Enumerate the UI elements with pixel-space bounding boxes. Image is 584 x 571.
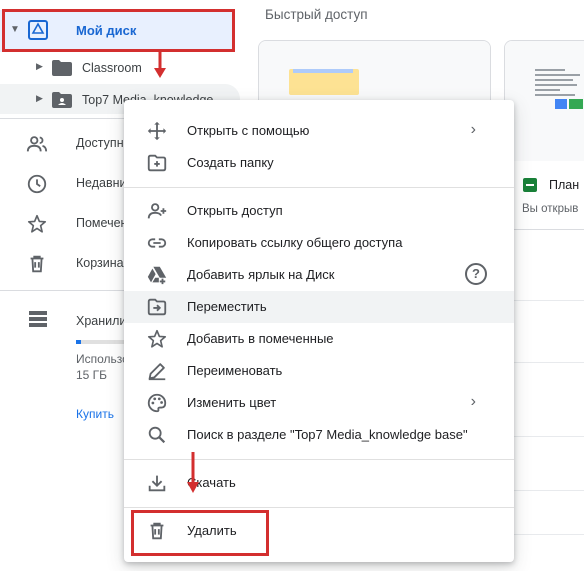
trash-icon [30,255,44,273]
menu-item-label: Добавить в помеченные [187,331,334,346]
star-icon [27,214,47,233]
sidebar-item-label: Доступные [76,136,126,150]
link-icon [147,238,167,248]
menu-item-label: Переименовать [187,363,283,378]
menu-item-label: Поиск в разделе "Top7 Media_knowledge ba… [187,427,468,442]
menu-item-add-starred[interactable]: Добавить в помеченные [124,323,514,355]
menu-item-label: Изменить цвет [187,395,277,410]
annotation-highlight-box [2,9,235,52]
list-divider [514,300,584,301]
annotation-highlight-box [131,510,269,556]
storage-total-text: 15 ГБ [76,368,108,382]
drive-shortcut-icon [147,266,167,285]
quick-access-title: Быстрый доступ [265,7,368,22]
sidebar-item-label: Помеченные [76,216,126,230]
menu-item-rename[interactable]: Переименовать [124,355,514,387]
pencil-icon [148,363,166,381]
sidebar-item-trash[interactable]: Корзина [0,247,130,279]
card-subtitle: Вы открыв [522,203,579,215]
context-menu: Открыть с помощью › Создать папку Открыт… [124,100,514,562]
sidebar-item-starred[interactable]: Помеченные [0,207,130,239]
tree-item-label: Classroom [82,61,142,75]
people-icon [26,136,48,152]
open-with-icon [147,121,167,141]
thumbnail-lines [535,69,584,99]
sidebar-item-label: Недавние [76,176,126,190]
buy-storage-link[interactable]: Купить [76,407,114,421]
star-icon [147,329,167,348]
palette-icon [147,393,167,413]
list-divider [514,534,584,535]
download-icon [148,475,166,492]
clock-icon [27,174,47,194]
menu-item-open-with[interactable]: Открыть с помощью › [124,115,514,147]
chevron-right-icon: › [470,121,476,138]
list-divider [514,490,584,491]
menu-separator [124,507,514,508]
folder-icon [52,60,72,76]
menu-item-download[interactable]: Скачать [124,467,514,499]
search-icon [148,426,166,444]
new-folder-icon [147,154,167,172]
menu-item-label: Создать папку [187,155,274,170]
chevron-right-icon: › [470,393,476,410]
quick-access-card[interactable]: План Вы открыв [504,40,584,230]
menu-item-move[interactable]: Переместить [124,291,514,323]
move-icon [147,298,167,316]
menu-item-add-shortcut[interactable]: Добавить ярлык на Диск ? [124,259,514,291]
storage-icon [29,311,47,327]
caret-right-icon[interactable]: ▶ [36,93,43,104]
file-preview [505,41,584,161]
menu-item-label: Открыть с помощью [187,123,310,138]
menu-item-search-in[interactable]: Поиск в разделе "Top7 Media_knowledge ba… [124,419,514,451]
sidebar-item-recent[interactable]: Недавние [0,167,130,199]
menu-item-label: Скачать [187,475,236,490]
help-icon[interactable]: ? [465,263,487,285]
caret-right-icon[interactable]: ▶ [36,61,43,72]
list-divider [514,362,584,363]
list-divider [514,436,584,437]
shared-folder-icon [52,92,72,108]
storage-progress-bar [76,340,126,344]
card-title: План [549,178,580,192]
thumbnail-shape [555,99,567,109]
menu-item-label: Открыть доступ [187,203,283,218]
sidebar-item-label: Корзина [76,256,124,270]
storage-progress-fill [76,340,81,344]
menu-item-copy-link[interactable]: Копировать ссылку общего доступа [124,227,514,259]
menu-separator [124,459,514,460]
menu-separator [124,187,514,188]
menu-item-label: Копировать ссылку общего доступа [187,235,403,250]
menu-item-label: Добавить ярлык на Диск [187,267,335,282]
menu-item-change-color[interactable]: Изменить цвет › [124,387,514,419]
menu-item-new-folder[interactable]: Создать папку [124,147,514,179]
share-icon [147,203,167,219]
sheets-icon [523,178,537,192]
arrow-down-icon [154,52,166,78]
menu-item-share[interactable]: Открыть доступ [124,195,514,227]
thumbnail-shape [293,69,353,73]
thumbnail-shape [569,99,583,109]
menu-item-label: Переместить [187,299,267,314]
sidebar-item-shared[interactable]: Доступные [0,127,130,159]
